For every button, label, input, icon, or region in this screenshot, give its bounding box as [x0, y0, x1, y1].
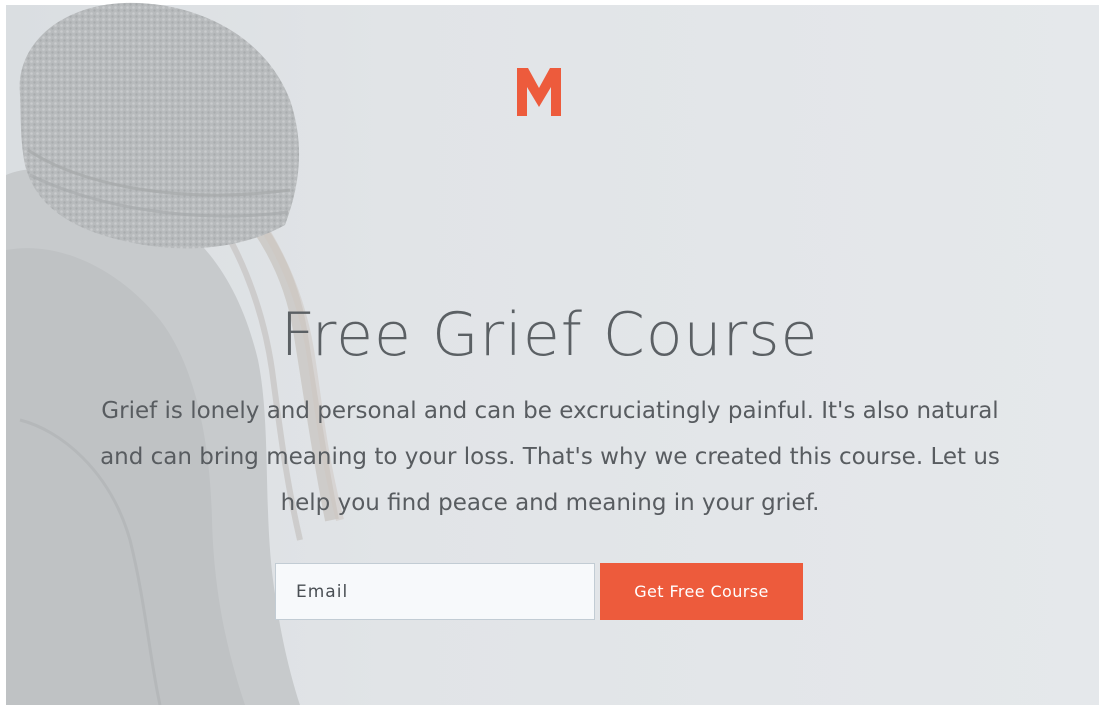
brand-m-logo-icon[interactable]: [517, 68, 561, 116]
page-title: Free Grief Course: [280, 300, 819, 370]
hero-section: Free Grief Course Grief is lonely and pe…: [0, 0, 1099, 705]
course-description: Grief is lonely and personal and can be …: [100, 398, 1000, 516]
email-signup-form: Get Free Course: [275, 563, 803, 620]
email-input[interactable]: [275, 563, 595, 620]
get-free-course-button[interactable]: Get Free Course: [600, 563, 803, 620]
